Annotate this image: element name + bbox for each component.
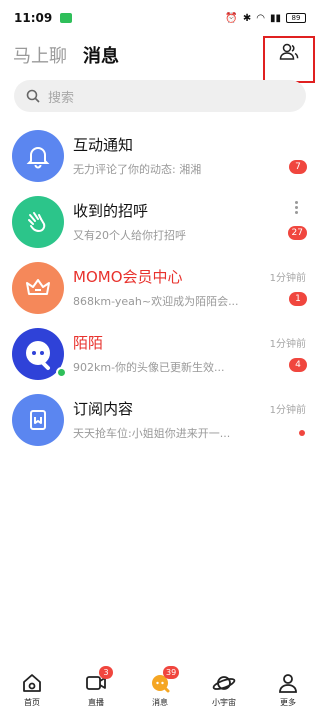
momo-logo-icon [26,341,50,370]
more-options-icon[interactable] [294,201,298,214]
nav-label: 首页 [24,698,40,707]
avatar [12,196,64,248]
wifi-icon: ◠ [256,12,265,24]
home-icon [23,674,41,692]
wechat-notification-icon [60,13,73,23]
nav-more[interactable]: 更多 [264,664,312,715]
avatar [12,130,64,182]
nav-label: 直播 [88,698,104,707]
conversation-momo[interactable]: 陌陌 902km-你的头像已更新生效... 1分钟前 4 [0,322,320,388]
header: 马上聊 消息 [0,36,320,83]
conversation-preview: 又有20个人给你打招呼 [73,229,186,242]
crown-icon [26,279,50,295]
bottom-nav: 首页 3 直播 39 消息 小宇宙 更多 [0,664,320,715]
search-bar[interactable]: 搜索 [14,80,306,112]
conversation-momo-vip[interactable]: MOMO会员中心 868km-yeah~欢迎成为陌陌会... 1分钟前 1 [0,256,320,322]
conversation-time: 1分钟前 [269,405,306,416]
conversation-time: 1分钟前 [269,273,306,284]
nav-messages[interactable]: 39 消息 [136,664,184,715]
unread-badge: 1 [289,292,307,306]
conversation-preview: 无力评论了你的动态: 湘湘 [73,163,202,176]
search-placeholder: 搜索 [48,90,75,106]
nav-label: 更多 [280,698,296,707]
tab-chat[interactable]: 马上聊 [13,42,67,68]
nav-home[interactable]: 首页 [8,664,56,715]
contacts-icon [279,43,299,60]
conversation-interaction-notice[interactable]: 互动通知 无力评论了你的动态: 湘湘 7 [0,124,320,190]
nav-badge: 3 [99,666,113,679]
profile-icon [279,674,297,693]
conversation-title: 收到的招呼 [73,202,149,220]
battery-icon: 89 [286,13,306,23]
unread-badge: 27 [287,226,307,240]
nav-label: 小宇宙 [212,698,236,707]
conversation-title: 陌陌 [73,334,104,352]
avatar [12,394,64,446]
online-status-dot [56,367,67,378]
planet-icon [212,676,236,690]
status-icons: ⏰ ✱ ◠ ▮▮ 89 [225,13,306,24]
contacts-button[interactable] [263,36,315,83]
bell-icon [26,147,50,169]
conversation-time: 1分钟前 [269,339,306,350]
avatar [12,262,64,314]
unread-dot [299,430,305,436]
alarm-icon: ⏰ [225,12,238,24]
conversation-preview: 902km-你的头像已更新生效... [73,361,225,374]
nav-universe[interactable]: 小宇宙 [200,664,248,715]
conversation-list: 互动通知 无力评论了你的动态: 湘湘 7 收到的招呼 又有20个人给你打招呼 2… [0,124,320,454]
conversation-title: 订阅内容 [73,400,134,418]
nav-live[interactable]: 3 直播 [72,664,120,715]
tab-messages[interactable]: 消息 [83,42,119,68]
bookmark-icon [30,410,46,430]
conversation-title: 互动通知 [73,136,134,154]
search-icon [26,89,40,103]
unread-badge: 4 [289,358,307,372]
status-bar: 11:09 ⏰ ✱ ◠ ▮▮ 89 [0,0,320,36]
conversation-title: MOMO会员中心 [73,268,183,286]
wave-hand-icon [28,212,46,233]
signal-icon: ▮▮ [269,12,281,24]
mute-icon: ✱ [242,12,252,24]
conversation-preview: 868km-yeah~欢迎成为陌陌会... [73,295,239,308]
conversation-greetings[interactable]: 收到的招呼 又有20个人给你打招呼 27 [0,190,320,256]
nav-label: 消息 [152,698,168,707]
unread-badge: 7 [289,160,307,174]
conversation-preview: 天天抢车位:小姐姐你进来开一... [73,427,231,440]
status-time: 11:09 [14,11,53,25]
conversation-subscriptions[interactable]: 订阅内容 天天抢车位:小姐姐你进来开一... 1分钟前 [0,388,320,454]
nav-badge: 39 [163,666,180,679]
